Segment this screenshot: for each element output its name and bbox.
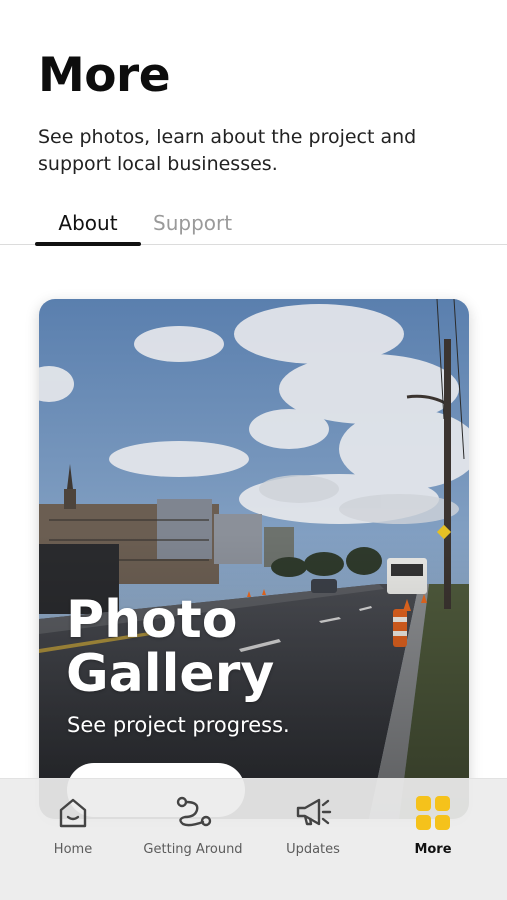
tabbar-updates-label: Updates — [286, 842, 340, 857]
tabbar-home-label: Home — [53, 842, 93, 857]
tab-about[interactable]: About — [35, 211, 141, 246]
grid-icon — [416, 796, 450, 830]
tab-support[interactable]: Support — [153, 211, 232, 245]
home-icon — [59, 798, 87, 828]
tabbar-home[interactable]: Home — [13, 793, 133, 857]
route-icon — [176, 796, 212, 827]
page-title: More — [38, 48, 171, 103]
tabbar-more[interactable]: More — [373, 793, 493, 857]
bottom-tab-bar: Home Getting Around Updates More — [0, 778, 507, 900]
megaphone-icon — [296, 798, 332, 826]
tabbar-updates[interactable]: Updates — [253, 793, 373, 857]
card-title: Photo Gallery — [66, 590, 275, 704]
card-subtitle: See project progress. — [67, 713, 290, 737]
gallery-cover-image — [39, 299, 469, 819]
tabbar-getting-around-label: Getting Around — [143, 842, 243, 857]
tabbar-getting-around[interactable]: Getting Around — [133, 793, 253, 857]
photo-gallery-card[interactable]: Photo Gallery See project progress. — [39, 299, 469, 819]
segment-tabs: About Support — [0, 205, 507, 246]
tabbar-more-label: More — [414, 842, 452, 857]
page-subtitle: See photos, learn about the project and … — [38, 126, 417, 175]
